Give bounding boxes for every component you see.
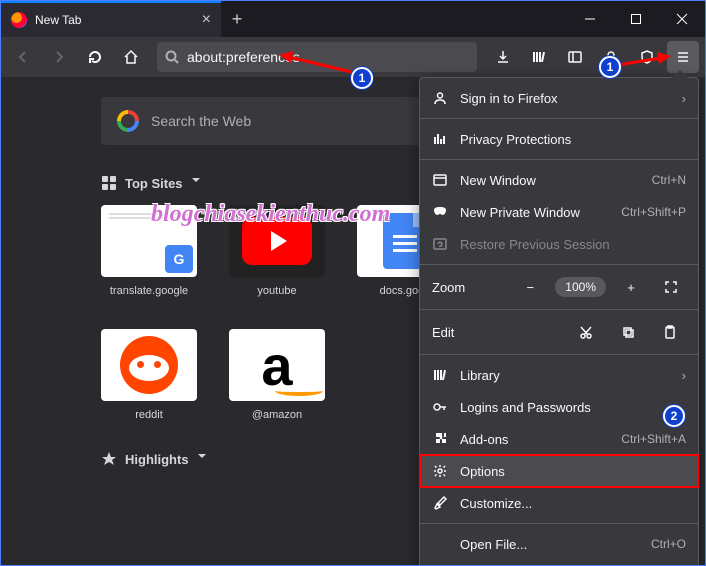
reload-button[interactable]: [79, 41, 111, 73]
back-button[interactable]: [7, 41, 39, 73]
forward-button[interactable]: [43, 41, 75, 73]
grid-icon: [101, 175, 117, 191]
zoom-out-button[interactable]: −: [515, 274, 545, 300]
tile-reddit[interactable]: reddit: [101, 329, 197, 421]
sidebar-button[interactable]: [559, 41, 591, 73]
copy-button[interactable]: [612, 319, 644, 345]
browser-tab[interactable]: New Tab ×: [1, 1, 221, 37]
downloads-button[interactable]: [487, 41, 519, 73]
fullscreen-button[interactable]: [656, 274, 686, 300]
browser-window: New Tab × + about:preferences Search t: [0, 0, 706, 566]
menu-privacy-protections[interactable]: Privacy Protections: [420, 123, 698, 155]
menu-customize[interactable]: Customize...: [420, 487, 698, 519]
search-placeholder: Search the Web: [151, 113, 251, 129]
cut-button[interactable]: [570, 319, 602, 345]
tile-amazon[interactable]: a @amazon: [229, 329, 325, 421]
key-icon: [432, 399, 448, 415]
zoom-value[interactable]: 100%: [555, 277, 606, 297]
window-icon: [432, 172, 448, 188]
app-menu-panel: Sign in to Firefox › Privacy Protections…: [419, 77, 699, 566]
gear-icon: [432, 463, 448, 479]
chevron-down-icon: [197, 451, 213, 467]
google-icon: [117, 110, 139, 132]
puzzle-icon: [432, 431, 448, 447]
menu-new-private-window[interactable]: New Private Window Ctrl+Shift+P: [420, 196, 698, 228]
titlebar: New Tab × +: [1, 1, 705, 37]
menu-restore-session: Restore Previous Session: [420, 228, 698, 260]
home-button[interactable]: [115, 41, 147, 73]
restore-icon: [432, 236, 448, 252]
annotation-marker-1: 1: [351, 67, 373, 89]
library-icon: [432, 367, 448, 383]
zoom-in-button[interactable]: +: [616, 274, 646, 300]
menu-new-window[interactable]: New Window Ctrl+N: [420, 164, 698, 196]
menu-sign-in[interactable]: Sign in to Firefox ›: [420, 82, 698, 114]
url-bar[interactable]: about:preferences: [157, 42, 477, 72]
paste-button[interactable]: [654, 319, 686, 345]
window-controls: [567, 1, 705, 37]
app-menu-button[interactable]: [667, 41, 699, 73]
brush-icon: [432, 495, 448, 511]
chevron-down-icon: [191, 175, 207, 191]
menu-open-file[interactable]: Open File... Ctrl+O: [420, 528, 698, 560]
annotation-marker-1b: 1: [599, 56, 621, 78]
account-icon: [432, 90, 448, 106]
protections-button[interactable]: [631, 41, 663, 73]
mask-icon: [432, 204, 448, 220]
new-tab-button[interactable]: +: [221, 1, 253, 37]
tab-close-button[interactable]: ×: [202, 11, 211, 29]
highlights-icon: [101, 451, 117, 467]
tab-title: New Tab: [35, 13, 194, 27]
maximize-button[interactable]: [613, 1, 659, 37]
chevron-right-icon: ›: [682, 368, 686, 383]
menu-zoom-row: Zoom − 100% +: [420, 269, 698, 305]
tile-translate[interactable]: G translate.google: [101, 205, 197, 297]
firefox-favicon: [11, 12, 27, 28]
url-text: about:preferences: [187, 49, 300, 65]
library-button[interactable]: [523, 41, 555, 73]
menu-edit-row: Edit: [420, 314, 698, 350]
menu-options[interactable]: Options: [420, 455, 698, 487]
chevron-right-icon: ›: [682, 91, 686, 106]
search-icon: [165, 50, 179, 64]
shield-icon: [432, 131, 448, 147]
minimize-button[interactable]: [567, 1, 613, 37]
annotation-marker-2: 2: [663, 405, 685, 427]
menu-save-page[interactable]: Save Page As... Ctrl+S: [420, 560, 698, 566]
menu-addons[interactable]: Add-ons Ctrl+Shift+A: [420, 423, 698, 455]
menu-library[interactable]: Library ›: [420, 359, 698, 391]
menu-logins[interactable]: Logins and Passwords: [420, 391, 698, 423]
tile-youtube[interactable]: youtube: [229, 205, 325, 297]
close-window-button[interactable]: [659, 1, 705, 37]
